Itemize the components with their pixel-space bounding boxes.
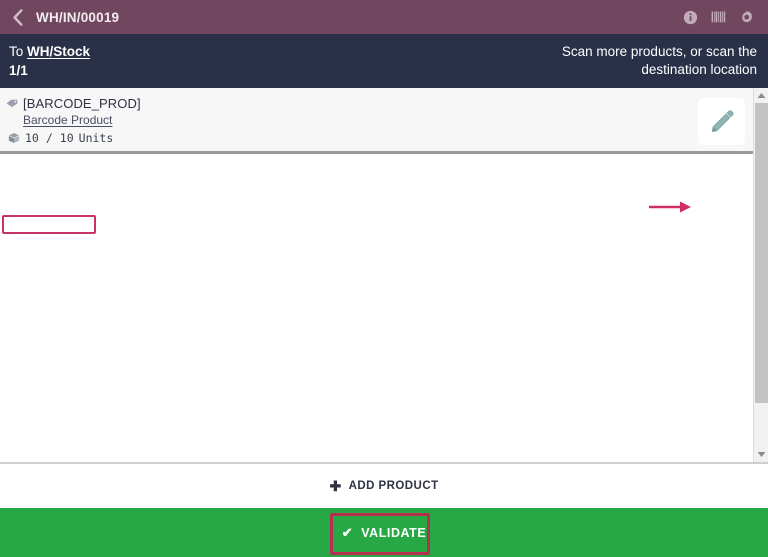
destination-info: To WH/Stock 1/1 [9,43,90,80]
validate-button[interactable]: ✔ VALIDATE [0,508,768,557]
edit-line-button[interactable] [698,97,745,145]
chevron-left-icon [12,8,23,26]
scroll-up-arrow-icon[interactable] [753,88,768,103]
gear-icon[interactable] [739,10,754,25]
scan-instruction-line2: destination location [641,62,757,77]
info-icon[interactable] [683,10,698,25]
scrollbar-thumb[interactable] [754,103,768,403]
quantity-done: 10 [25,131,39,145]
to-label: To [9,43,24,59]
destination-line: To WH/Stock [9,43,90,61]
back-button[interactable] [6,0,28,34]
app-header: WH/IN/00019 [0,0,768,34]
product-name[interactable]: Barcode Product [23,112,698,128]
scan-instruction: Scan more products, or scan the destinat… [562,43,757,79]
validate-content: ✔ VALIDATE [342,526,427,540]
box-icon [8,132,20,144]
add-product-label: ADD PRODUCT [348,480,439,492]
quantity-demand: 10 [59,131,74,145]
destination-location[interactable]: WH/Stock [27,44,90,59]
header-actions [683,10,758,25]
product-code: [BARCODE_PROD] [23,96,141,111]
barcode-transfer-app: WH/IN/00019 To WH/Stock 1/1 Scan more pr… [0,0,768,557]
scrollbar-track[interactable] [753,103,768,447]
product-line-actions [698,95,753,147]
plus-icon: ✚ [329,478,342,494]
scroll-down-arrow-icon[interactable] [753,447,768,462]
page-title: WH/IN/00019 [36,9,120,25]
product-line-row[interactable]: [BARCODE_PROD] Barcode Product 10 / 10 U… [0,88,753,154]
product-line-info: [BARCODE_PROD] Barcode Product 10 / 10 U… [0,95,698,149]
barcode-icon[interactable] [711,10,726,25]
product-list-area: [BARCODE_PROD] Barcode Product 10 / 10 U… [0,88,768,462]
product-code-line: [BARCODE_PROD] [6,95,698,112]
product-list: [BARCODE_PROD] Barcode Product 10 / 10 U… [0,88,753,462]
quantity-uom: Units [78,131,114,145]
validate-label: VALIDATE [361,525,427,540]
scan-instruction-line1: Scan more products, or scan the [561,44,757,59]
annotation-quantity-highlight [2,215,96,234]
product-quantity[interactable]: 10 / 10 Units [6,130,118,146]
tag-icon [6,98,18,110]
add-product-content: ✚ ADD PRODUCT [329,479,438,493]
line-counter: 1/1 [9,62,28,78]
pencil-icon [709,108,735,134]
add-product-button[interactable]: ✚ ADD PRODUCT [0,462,768,508]
vertical-scrollbar[interactable] [753,88,768,462]
destination-bar: To WH/Stock 1/1 Scan more products, or s… [0,34,768,88]
check-icon: ✔ [341,525,354,540]
annotation-arrow-to-edit [648,200,692,214]
quantity-separator: / [45,131,53,145]
